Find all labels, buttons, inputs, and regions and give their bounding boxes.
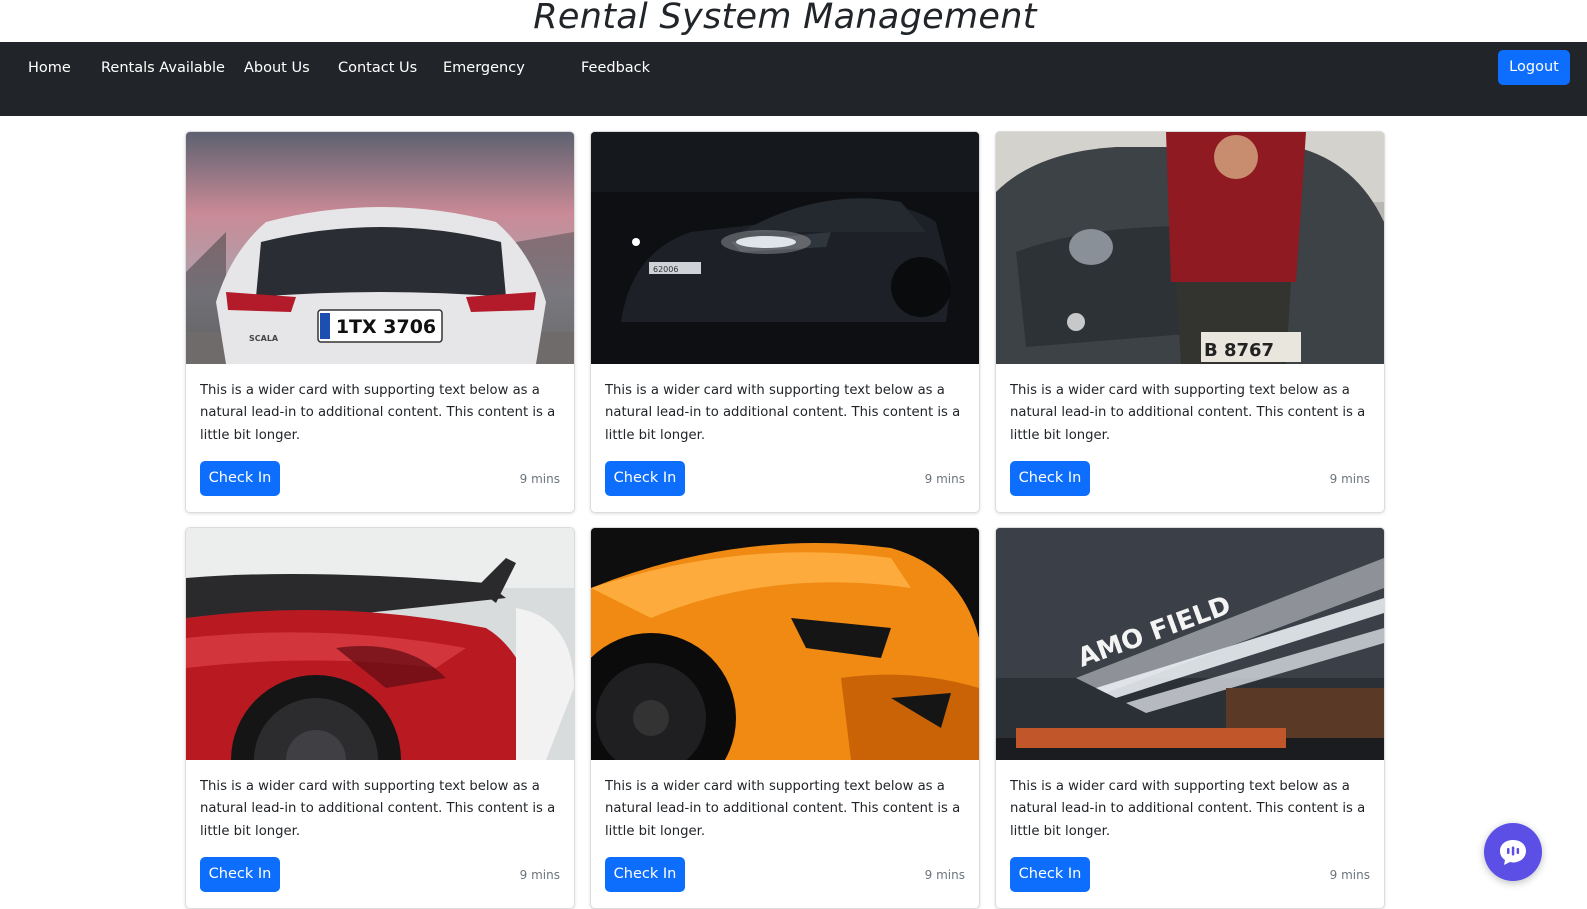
check-in-button[interactable]: Check In (200, 857, 280, 892)
nav-about-us[interactable]: About Us (244, 60, 310, 76)
card-time: 9 mins (519, 472, 560, 486)
chat-button[interactable] (1484, 823, 1542, 881)
rental-card: 62006 This is a wider card with supporti… (590, 131, 980, 513)
card-time: 9 mins (924, 868, 965, 882)
card-time: 9 mins (924, 472, 965, 486)
card-time: 9 mins (1329, 472, 1370, 486)
chat-bubble-icon (1500, 840, 1526, 865)
license-plate-text: 1TX 3706 (336, 316, 436, 338)
nav-contact-us[interactable]: Contact Us (338, 60, 417, 76)
card-image (186, 528, 574, 760)
card-time: 9 mins (1329, 868, 1370, 882)
site-title: Rental System Management (533, 0, 1037, 37)
rental-card: B 8767 This is a wider card with support… (995, 131, 1385, 513)
rental-card: This is a wider card with supporting tex… (185, 527, 575, 909)
license-plate-text: B 8767 (1204, 340, 1274, 361)
card-text: This is a wider card with supporting tex… (1010, 383, 1366, 443)
card-image: 62006 (591, 132, 979, 364)
navbar: Home Rentals Available About Us Contact … (0, 42, 1587, 116)
nav-home[interactable]: Home (28, 60, 71, 76)
nav-emergency[interactable]: Emergency (443, 60, 525, 76)
logout-button[interactable]: Logout (1498, 50, 1570, 85)
rental-card: This is a wider card with supporting tex… (590, 527, 980, 909)
card-text: This is a wider card with supporting tex… (605, 779, 961, 839)
card-image: AMO FIELD (996, 528, 1384, 760)
card-image: 1TX 3706 SCALA (186, 132, 574, 364)
card-text: This is a wider card with supporting tex… (1010, 779, 1366, 839)
card-text: This is a wider card with supporting tex… (200, 779, 556, 839)
check-in-button[interactable]: Check In (605, 857, 685, 892)
car-badge-text: SCALA (249, 334, 279, 343)
card-text: This is a wider card with supporting tex… (200, 383, 556, 443)
check-in-button[interactable]: Check In (1010, 857, 1090, 892)
nav-rentals-available[interactable]: Rentals Available (101, 60, 225, 76)
check-in-button[interactable]: Check In (200, 461, 280, 496)
check-in-button[interactable]: Check In (1010, 461, 1090, 496)
rental-card: 1TX 3706 SCALA This is a wider card with… (185, 131, 575, 513)
license-plate-text: 62006 (653, 265, 678, 274)
nav-feedback[interactable]: Feedback (581, 60, 650, 76)
check-in-button[interactable]: Check In (605, 461, 685, 496)
rental-card: AMO FIELD This is a wider card with supp… (995, 527, 1385, 909)
card-image: B 8767 (996, 132, 1384, 364)
card-time: 9 mins (519, 868, 560, 882)
card-image (591, 528, 979, 760)
card-text: This is a wider card with supporting tex… (605, 383, 961, 443)
